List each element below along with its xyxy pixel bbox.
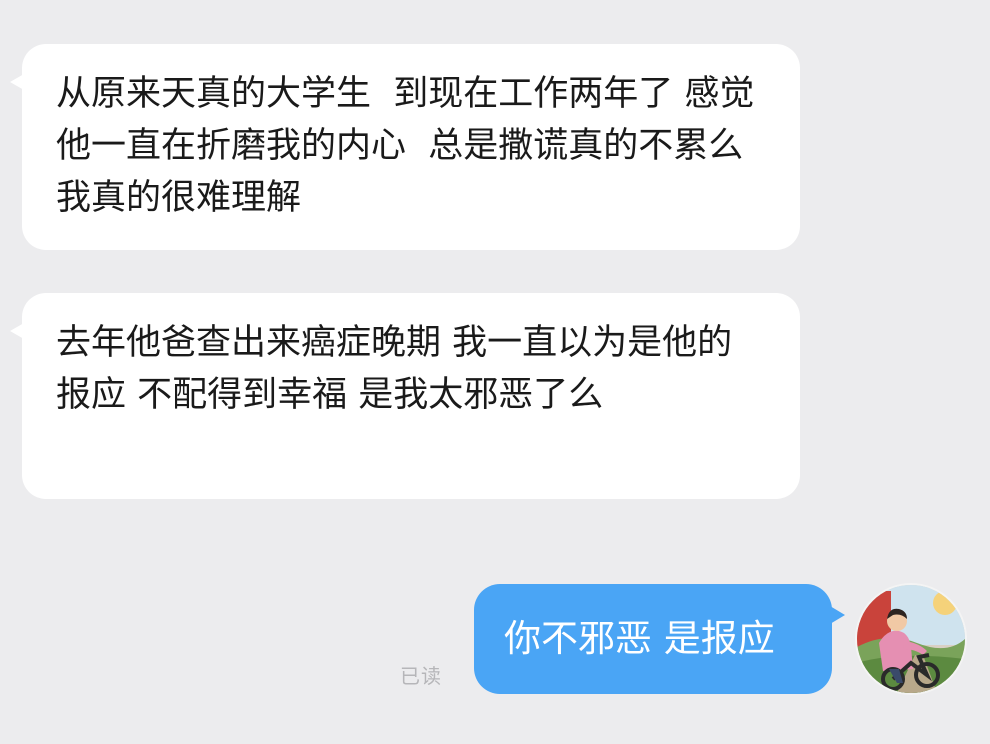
outgoing-message-bubble[interactable]: 你不邪恶 是报应 — [474, 584, 845, 694]
incoming-message-bubble[interactable]: 从原来天真的大学生 到现在工作两年了 感觉他一直在折磨我的内心 总是撒谎真的不累… — [10, 44, 800, 250]
user-avatar-illustration-icon — [857, 585, 965, 693]
avatar[interactable] — [857, 585, 965, 693]
read-status-label: 已读 — [400, 664, 442, 688]
incoming-message-bubble[interactable]: 去年他爸查出来癌症晚期 我一直以为是他的报应 不配得到幸福 是我太邪恶了么 — [10, 293, 800, 499]
chat-window: 从原来天真的大学生 到现在工作两年了 感觉他一直在折磨我的内心 总是撒谎真的不累… — [0, 0, 990, 744]
